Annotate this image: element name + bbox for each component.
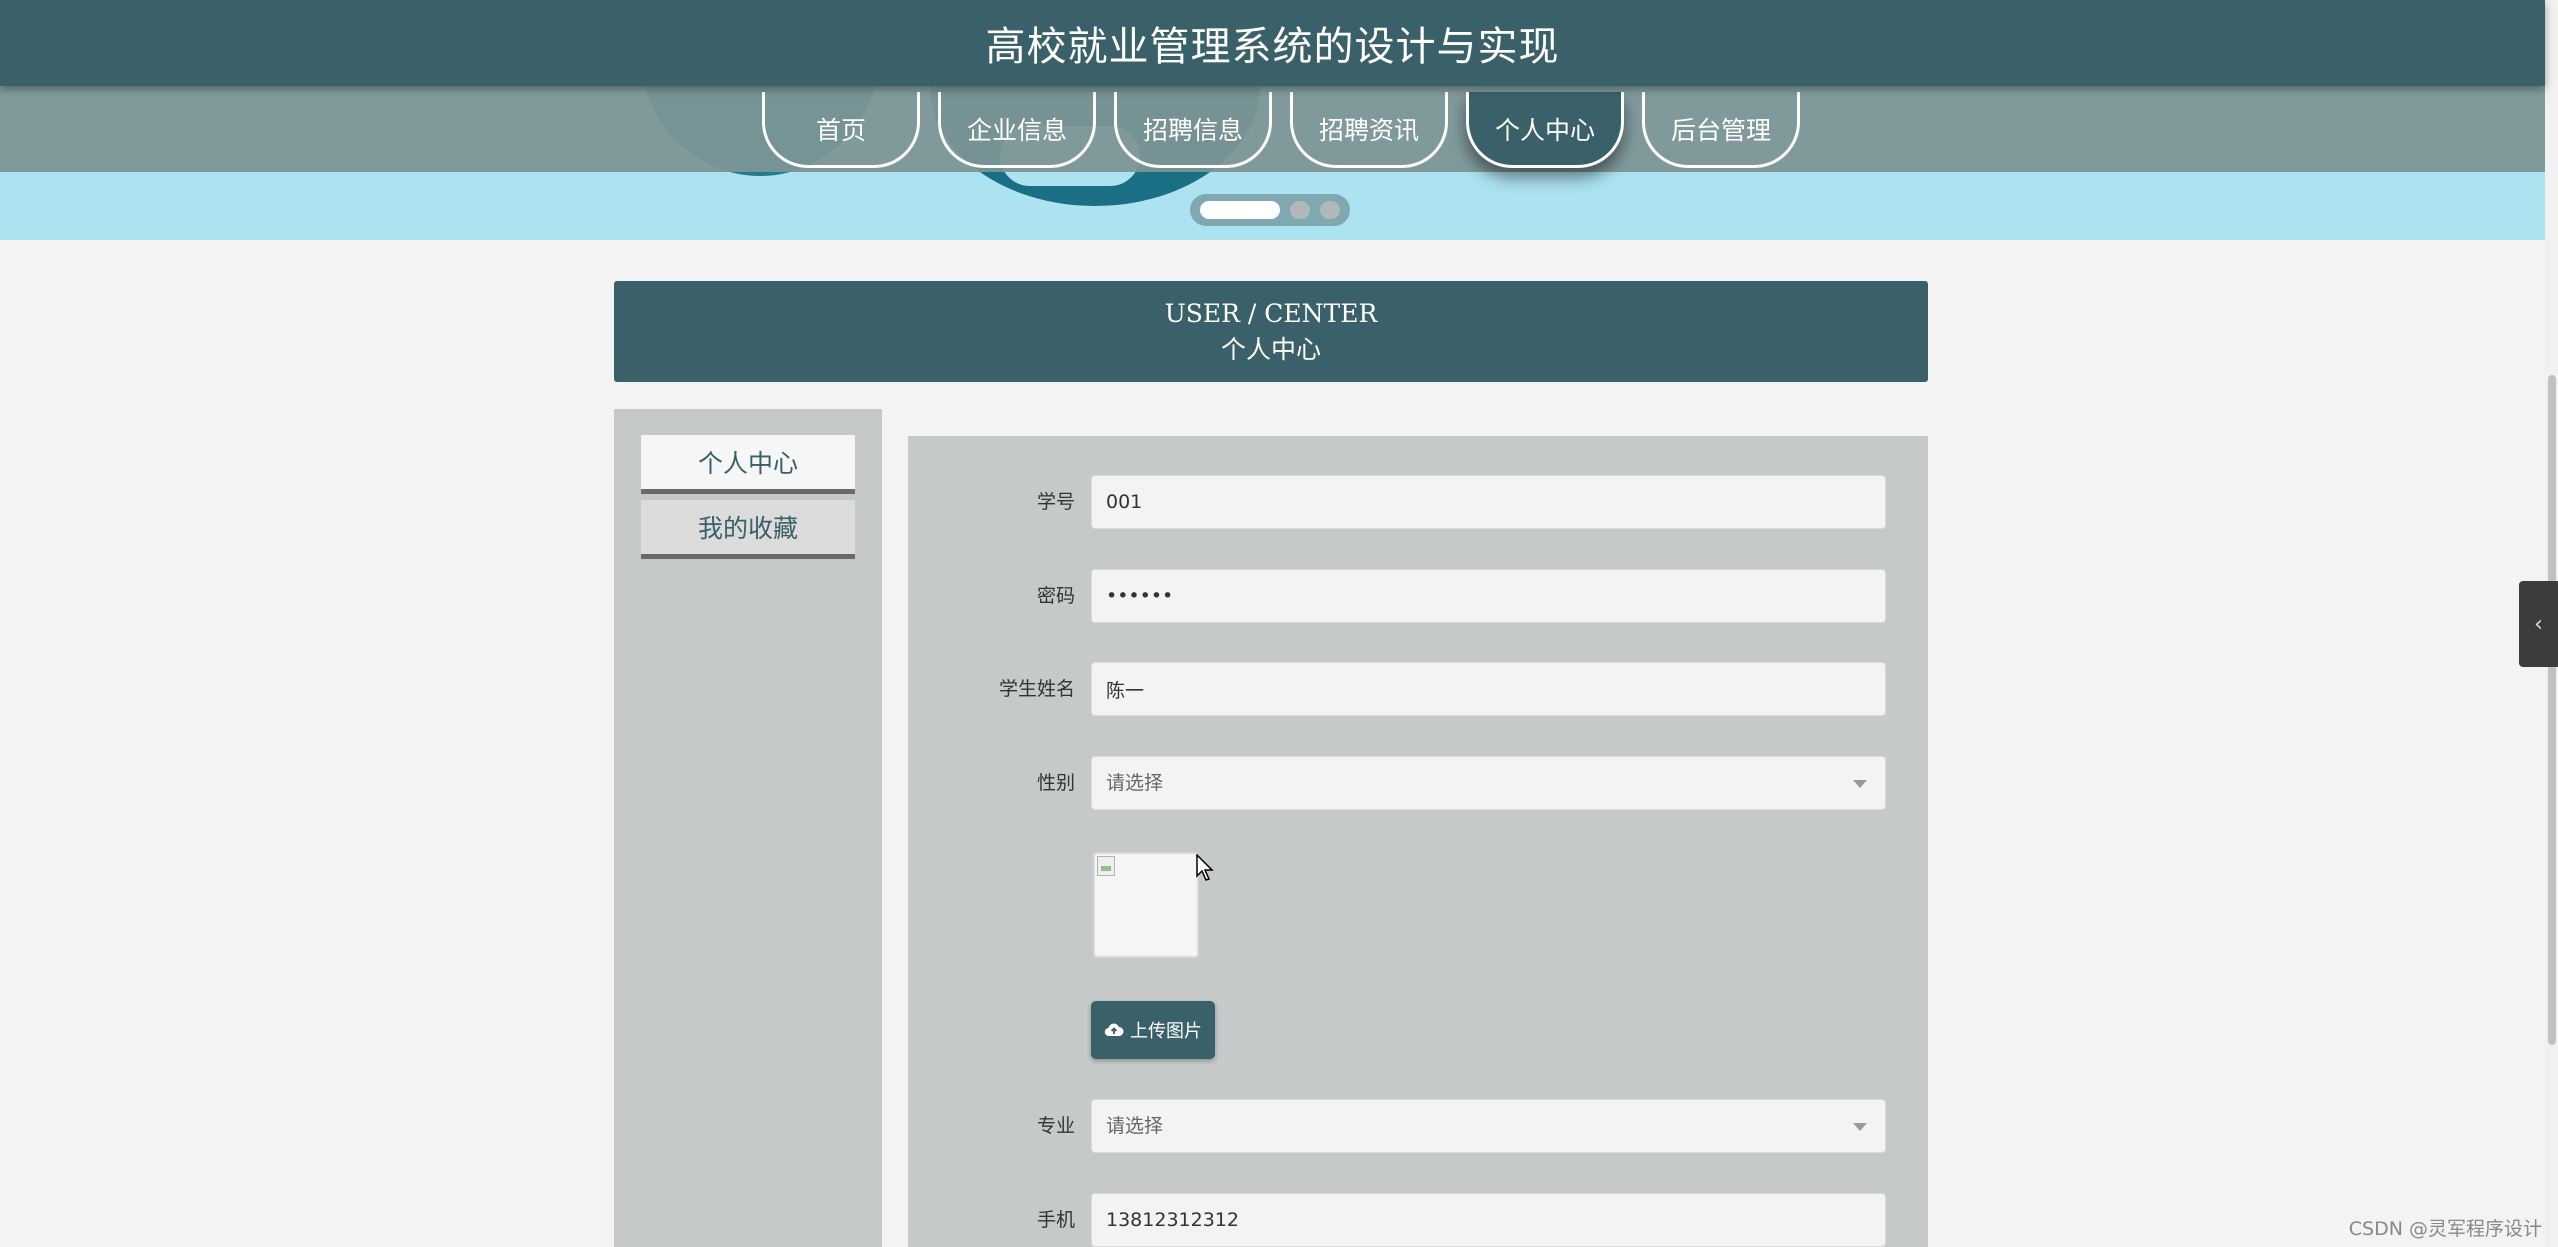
password-label: 密码 [1036, 585, 1075, 607]
carousel-dot-2[interactable] [1290, 201, 1310, 219]
sidebar: 个人中心 我的收藏 [614, 409, 882, 1247]
form-row-phone: 手机 [908, 1193, 1928, 1247]
nav-item-home[interactable]: 首页 [762, 92, 920, 168]
scrollbar-thumb[interactable] [2548, 375, 2556, 1045]
cloud-upload-icon [1104, 1023, 1124, 1037]
major-select[interactable]: 请选择 [1091, 1099, 1886, 1153]
form-row-password: 密码 •••••• [908, 569, 1928, 623]
nav-item-recruitment-news[interactable]: 招聘资讯 [1290, 92, 1448, 168]
site-title: 高校就业管理系统的设计与实现 [985, 24, 1560, 70]
chevron-down-icon [1853, 1123, 1867, 1131]
gender-select[interactable]: 请选择 [1091, 756, 1886, 810]
student-name-input[interactable] [1091, 662, 1886, 716]
page-title-en: USER / CENTER [1164, 298, 1378, 328]
sidebar-item-my-favorites[interactable]: 我的收藏 [641, 500, 855, 559]
gender-select-value: 请选择 [1106, 772, 1164, 794]
carousel-dot-3[interactable] [1320, 201, 1340, 219]
page-title: USER / CENTER 个人中心 [614, 281, 1928, 382]
carousel-indicators [1190, 194, 1350, 226]
nav-item-admin[interactable]: 后台管理 [1642, 92, 1800, 168]
gender-label: 性别 [1036, 772, 1075, 794]
profile-form: 学号 密码 •••••• 学生姓名 性别 请选择 上传图片 专业 请选择 手 [908, 436, 1928, 1247]
password-input[interactable]: •••••• [1091, 569, 1886, 623]
broken-image-icon [1097, 856, 1115, 876]
phone-input[interactable] [1091, 1193, 1886, 1247]
upload-image-label: 上传图片 [1130, 1021, 1202, 1042]
nav-item-personal-center[interactable]: 个人中心 [1466, 92, 1624, 168]
sidebar-item-personal-center[interactable]: 个人中心 [641, 435, 855, 494]
watermark: CSDN @灵军程序设计 [2348, 1218, 2542, 1240]
site-header: 高校就业管理系统的设计与实现 [0, 0, 2545, 86]
avatar-image-preview [1093, 852, 1199, 958]
student-id-input[interactable] [1091, 475, 1886, 529]
main-nav: 首页 企业信息 招聘信息 招聘资讯 个人中心 后台管理 [0, 86, 2545, 172]
side-panel-toggle[interactable]: ‹ [2519, 581, 2558, 667]
chevron-left-icon: ‹ [2534, 611, 2543, 637]
form-row-gender: 性别 请选择 [908, 756, 1928, 810]
carousel-dot-1[interactable] [1200, 201, 1280, 219]
major-select-value: 请选择 [1106, 1115, 1164, 1137]
phone-label: 手机 [1036, 1209, 1075, 1231]
form-row-major: 专业 请选择 [908, 1099, 1928, 1153]
nav-item-recruitment-info[interactable]: 招聘信息 [1114, 92, 1272, 168]
form-row-student-name: 学生姓名 [908, 662, 1928, 716]
mouse-cursor-icon [1196, 854, 1214, 881]
chevron-down-icon [1853, 780, 1867, 788]
student-id-label: 学号 [1036, 491, 1075, 513]
major-label: 专业 [1036, 1115, 1075, 1137]
student-name-label: 学生姓名 [998, 678, 1075, 700]
nav-item-company-info[interactable]: 企业信息 [938, 92, 1096, 168]
form-row-student-id: 学号 [908, 475, 1928, 529]
page-title-zh: 个人中心 [1220, 334, 1321, 364]
upload-image-button[interactable]: 上传图片 [1091, 1001, 1215, 1059]
